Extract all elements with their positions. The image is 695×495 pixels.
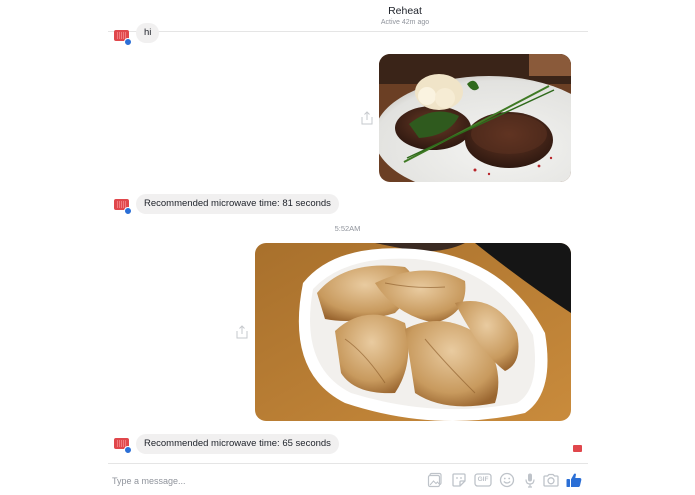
messenger-badge-icon bbox=[124, 446, 132, 454]
emoji-icon[interactable] bbox=[499, 472, 515, 488]
message-bubble: hi bbox=[136, 23, 160, 43]
message-bubble: Recommended microwave time: 65 seconds bbox=[136, 434, 339, 454]
share-icon[interactable] bbox=[236, 325, 248, 339]
mic-icon[interactable] bbox=[522, 472, 538, 488]
conversation-title[interactable]: Reheat bbox=[222, 5, 588, 17]
gif-label: GIF bbox=[477, 476, 489, 483]
bot-avatar[interactable] bbox=[114, 438, 132, 454]
like-icon[interactable] bbox=[565, 472, 583, 488]
timestamp: 5:52AM bbox=[334, 224, 361, 233]
gif-icon[interactable]: GIF bbox=[474, 472, 492, 488]
message-bubble: Recommended microwave time: 81 seconds bbox=[136, 194, 339, 214]
steak-photo[interactable] bbox=[379, 54, 571, 182]
read-receipt-avatar bbox=[573, 445, 582, 452]
messenger-badge-icon bbox=[124, 207, 132, 215]
message-input[interactable] bbox=[112, 473, 412, 489]
sticker-icon[interactable] bbox=[451, 472, 467, 488]
messenger-badge-icon bbox=[124, 38, 132, 46]
active-status: Active 42m ago bbox=[380, 19, 430, 26]
dumplings-photo[interactable] bbox=[255, 243, 571, 421]
bot-avatar[interactable] bbox=[114, 30, 132, 46]
bot-avatar[interactable] bbox=[114, 199, 132, 215]
share-icon[interactable] bbox=[361, 111, 373, 125]
conversation-header: Reheat Active 42m ago bbox=[108, 0, 588, 32]
composer: GIF bbox=[108, 463, 588, 495]
photos-icon[interactable] bbox=[427, 472, 443, 488]
camera-icon[interactable] bbox=[542, 472, 560, 488]
